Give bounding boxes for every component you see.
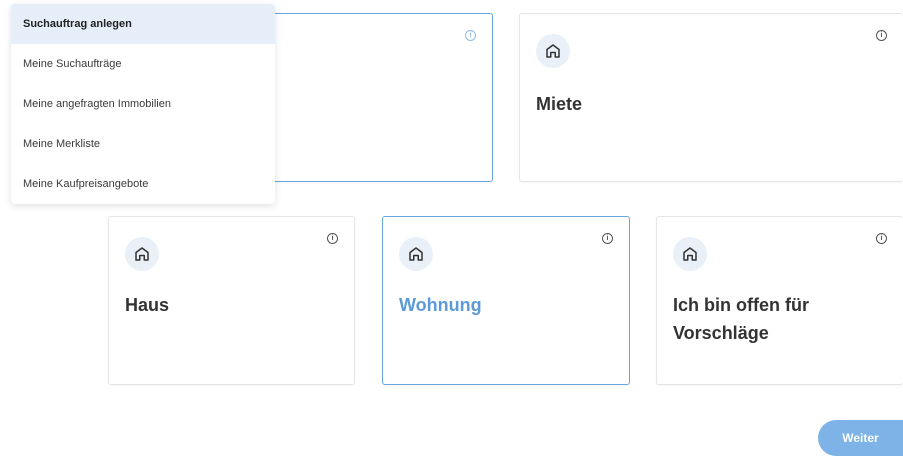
option-card-offen-fuer-vorschlaege[interactable]: i Ich bin offen für Vorschläge xyxy=(656,216,903,385)
card-title: Ich bin offen für Vorschläge xyxy=(673,291,809,347)
option-card-miete[interactable]: i Miete xyxy=(519,13,903,182)
home-icon xyxy=(673,237,707,271)
menu-item-kaufpreisangebote[interactable]: Meine Kaufpreisangebote xyxy=(11,164,275,204)
menu-item-meine-suchauftraege[interactable]: Meine Suchaufträge xyxy=(11,44,275,84)
card-title: Miete xyxy=(536,94,583,114)
info-icon[interactable]: i xyxy=(327,233,338,244)
info-icon[interactable]: i xyxy=(465,30,476,41)
option-card-haus[interactable]: i Haus xyxy=(108,216,355,385)
option-card-kauf[interactable]: i xyxy=(245,13,493,182)
home-icon xyxy=(536,34,570,68)
home-icon xyxy=(125,237,159,271)
info-icon[interactable]: i xyxy=(876,30,887,41)
next-button[interactable]: Weiter xyxy=(818,420,903,456)
info-icon[interactable]: i xyxy=(876,233,887,244)
home-icon xyxy=(399,237,433,271)
menu-item-merkliste[interactable]: Meine Merkliste xyxy=(11,124,275,164)
card-title: Haus xyxy=(125,295,170,315)
option-card-wohnung[interactable]: i Wohnung xyxy=(382,216,630,385)
card-title: Wohnung xyxy=(399,295,482,315)
menu-item-suchauftrag-anlegen[interactable]: Suchauftrag anlegen xyxy=(11,4,275,44)
menu-item-angefragte-immobilien[interactable]: Meine angefragten Immobilien xyxy=(11,84,275,124)
card-title-line: Vorschläge xyxy=(673,323,769,343)
info-icon[interactable]: i xyxy=(602,233,613,244)
account-dropdown-menu: Suchauftrag anlegen Meine Suchaufträge M… xyxy=(11,4,275,204)
card-title-line: Ich bin offen für xyxy=(673,295,809,315)
